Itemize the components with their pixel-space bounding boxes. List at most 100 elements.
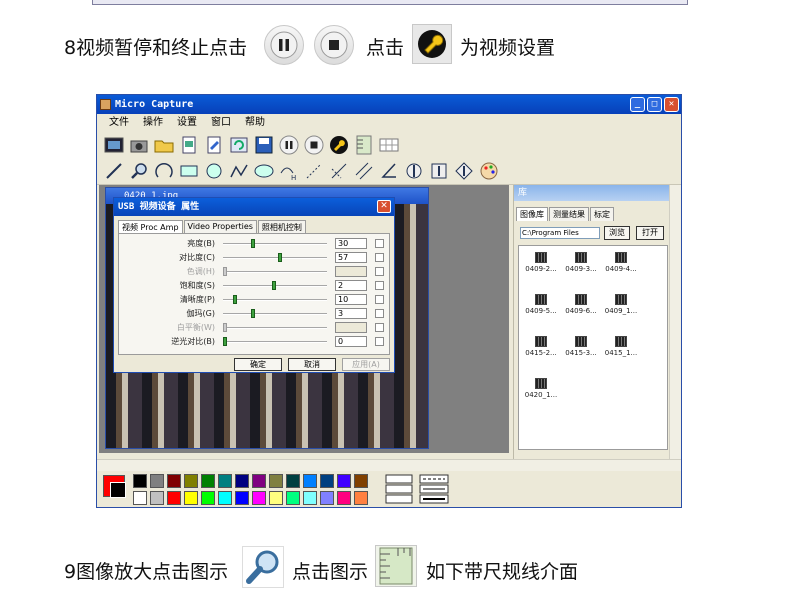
color-swatch[interactable] (320, 491, 334, 505)
camera-icon[interactable] (128, 134, 150, 156)
color-swatch[interactable] (184, 491, 198, 505)
gamma-auto-checkbox[interactable] (375, 309, 384, 318)
tab-proc-amp[interactable]: 视频 Proc Amp (118, 220, 183, 234)
rectangle-tool-icon[interactable] (178, 160, 200, 182)
sharpness-value[interactable]: 10 (335, 294, 367, 305)
library-path-select[interactable]: C:\Program Files (520, 227, 600, 239)
saturation-auto-checkbox[interactable] (375, 281, 384, 290)
ok-button[interactable]: 确定 (234, 358, 282, 371)
menu-help[interactable]: 帮助 (245, 114, 265, 131)
slider-thumb[interactable] (251, 309, 255, 318)
maximize-button[interactable]: □ (647, 97, 662, 112)
color-swatch[interactable] (150, 491, 164, 505)
color-swatch[interactable] (150, 474, 164, 488)
menu-file[interactable]: 文件 (109, 114, 129, 131)
toolbar-pause-icon[interactable] (278, 134, 300, 156)
slider-thumb[interactable] (251, 239, 255, 248)
thumbnail-item[interactable]: 0415-2... (521, 336, 561, 357)
color-swatch[interactable] (133, 474, 147, 488)
color-swatch[interactable] (354, 491, 368, 505)
color-swatch[interactable] (337, 491, 351, 505)
secondary-color-swatch[interactable] (110, 482, 126, 498)
toolbar-settings-icon[interactable] (328, 134, 350, 156)
color-swatch[interactable] (269, 491, 283, 505)
backlight-value[interactable]: 0 (335, 336, 367, 347)
thumbnail-item[interactable]: 0409-6... (561, 294, 601, 315)
dialog-close-button[interactable]: ✕ (377, 200, 391, 213)
saturation-value[interactable]: 2 (335, 280, 367, 291)
slider-thumb[interactable] (233, 295, 237, 304)
vertical-scrollbar[interactable] (669, 185, 681, 461)
slider-thumb[interactable] (223, 337, 227, 346)
slider-thumb[interactable] (278, 253, 282, 262)
refresh-icon[interactable] (228, 134, 250, 156)
open-button[interactable]: 打开 (636, 226, 664, 240)
minimize-button[interactable]: _ (630, 97, 645, 112)
color-swatch[interactable] (354, 474, 368, 488)
contrast-slider[interactable] (223, 253, 327, 262)
center-tool-icon[interactable] (403, 160, 425, 182)
diamond-tool-icon[interactable] (453, 160, 475, 182)
sharpness-slider[interactable] (223, 295, 327, 304)
gamma-slider[interactable] (223, 309, 327, 318)
menu-window[interactable]: 窗口 (211, 114, 231, 131)
browse-button[interactable]: 浏览 (604, 226, 630, 240)
thumbnail-item[interactable]: 0409-5... (521, 294, 561, 315)
thumbnail-item[interactable]: 0409_1... (601, 294, 641, 315)
open-folder-icon[interactable] (153, 134, 175, 156)
backlight-slider[interactable] (223, 337, 327, 346)
document-edit-icon[interactable] (203, 134, 225, 156)
contrast-value[interactable]: 57 (335, 252, 367, 263)
circle-tool-icon[interactable] (203, 160, 225, 182)
color-swatch[interactable] (286, 491, 300, 505)
toolbar-grid-icon[interactable] (378, 134, 400, 156)
point-line-tool-icon[interactable] (303, 160, 325, 182)
polyline-tool-icon[interactable] (228, 160, 250, 182)
tab-image-library[interactable]: 图像库 (516, 207, 548, 221)
tab-video-properties[interactable]: Video Properties (183, 220, 257, 234)
color-palette-icon[interactable] (478, 160, 500, 182)
contrast-auto-checkbox[interactable] (375, 253, 384, 262)
color-swatch[interactable] (235, 474, 249, 488)
height-tool-icon[interactable]: H (278, 160, 300, 182)
color-swatch[interactable] (235, 491, 249, 505)
saturation-slider[interactable] (223, 281, 327, 290)
close-button[interactable]: ✕ (664, 97, 679, 112)
brightness-slider[interactable] (223, 239, 327, 248)
color-swatch[interactable] (218, 491, 232, 505)
color-swatch[interactable] (337, 474, 351, 488)
toolbar-stop-icon[interactable] (303, 134, 325, 156)
menu-settings[interactable]: 设置 (177, 114, 197, 131)
color-swatch[interactable] (218, 474, 232, 488)
color-swatch[interactable] (133, 491, 147, 505)
angle-tool-icon[interactable] (378, 160, 400, 182)
document-icon[interactable] (178, 134, 200, 156)
menu-operate[interactable]: 操作 (143, 114, 163, 131)
arc-tool-icon[interactable] (153, 160, 175, 182)
sharpness-auto-checkbox[interactable] (375, 295, 384, 304)
toolbar-ruler-icon[interactable] (353, 134, 375, 156)
color-swatch[interactable] (320, 474, 334, 488)
ellipse-tool-icon[interactable] (253, 160, 275, 182)
vertical-distance-tool-icon[interactable] (428, 160, 450, 182)
color-swatch[interactable] (303, 474, 317, 488)
thumbnail-item[interactable]: 0420_1... (521, 378, 561, 399)
tab-calibration[interactable]: 标定 (590, 207, 614, 221)
tab-camera-control[interactable]: 照相机控制 (257, 220, 306, 234)
parallel-tool-icon[interactable] (353, 160, 375, 182)
color-swatch[interactable] (269, 474, 283, 488)
backlight-auto-checkbox[interactable] (375, 337, 384, 346)
film-icon[interactable] (103, 134, 125, 156)
color-swatch[interactable] (201, 474, 215, 488)
distance-tool-icon[interactable] (328, 160, 350, 182)
line-tool-icon[interactable] (103, 160, 125, 182)
cancel-button[interactable]: 取消 (288, 358, 336, 371)
color-swatch[interactable] (252, 474, 266, 488)
color-swatch[interactable] (184, 474, 198, 488)
thumbnail-item[interactable]: 0409-4... (601, 252, 641, 273)
thumbnail-item[interactable]: 0409-3... (561, 252, 601, 273)
color-swatch[interactable] (303, 491, 317, 505)
brightness-value[interactable]: 30 (335, 238, 367, 249)
thumbnail-item[interactable]: 0415-3... (561, 336, 601, 357)
gamma-value[interactable]: 3 (335, 308, 367, 319)
